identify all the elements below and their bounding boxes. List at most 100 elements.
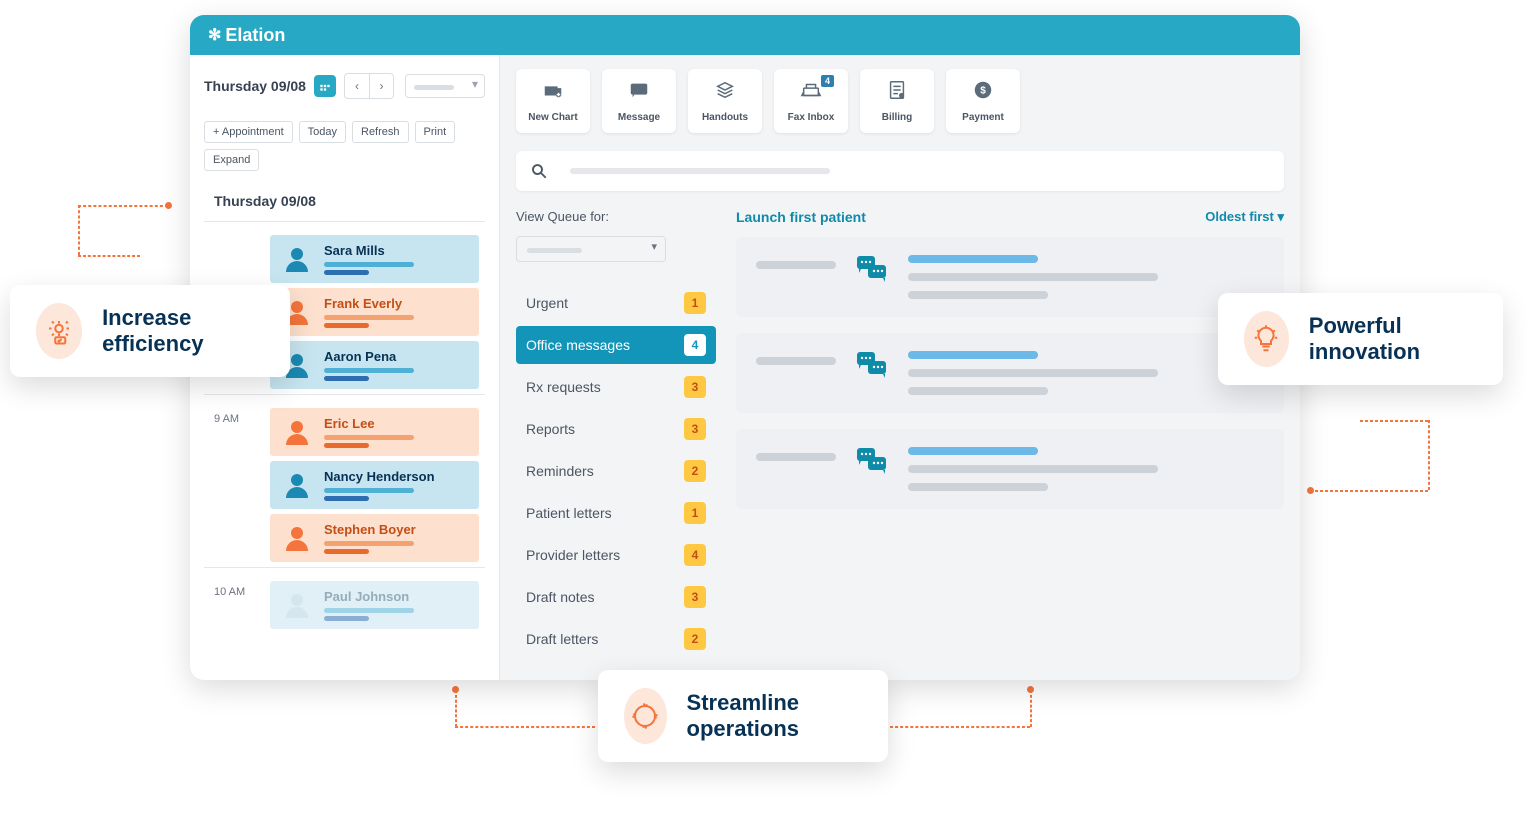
callout-innovation: Powerful innovation — [1218, 293, 1503, 385]
lightbulb-icon — [1244, 311, 1289, 367]
callout-text: Increase efficiency — [102, 305, 264, 358]
patient-name: Nancy Henderson — [324, 469, 435, 484]
appt-detail-ph — [324, 488, 435, 501]
calendar-icon[interactable] — [314, 75, 336, 97]
card-handouts[interactable]: Handouts — [688, 69, 762, 133]
connector — [78, 205, 168, 207]
queue-count-badge: 3 — [684, 418, 706, 440]
queue-label: Draft notes — [526, 589, 594, 605]
billing-icon — [885, 79, 909, 106]
queue-count-badge: 4 — [684, 544, 706, 566]
appointment-item[interactable]: Aaron Pena — [270, 341, 479, 389]
appointment-item[interactable]: Nancy Henderson — [270, 461, 479, 509]
sidebar-btn-today[interactable]: Today — [299, 121, 346, 143]
next-day-button[interactable]: › — [369, 74, 393, 98]
queue-item-draft-letters[interactable]: Draft letters2 — [516, 620, 716, 658]
connector — [78, 255, 140, 257]
chat-icon — [856, 447, 888, 475]
appt-detail-ph — [324, 435, 414, 448]
queue-label: Reminders — [526, 463, 594, 479]
queue-count-badge: 4 — [684, 334, 706, 356]
queue-label: Patient letters — [526, 505, 612, 521]
connector-dot — [452, 686, 459, 693]
card-label: New Chart — [528, 112, 577, 123]
payment-icon: $ — [971, 79, 995, 106]
date-arrows: ‹ › — [344, 73, 394, 99]
connector — [455, 690, 457, 727]
message-card[interactable] — [736, 237, 1284, 317]
message-preview — [908, 447, 1264, 491]
feed-panel: Launch first patient Oldest first ▾ — [736, 209, 1284, 662]
card-message[interactable]: Message — [602, 69, 676, 133]
avatar-icon — [282, 417, 312, 447]
queue-provider-select[interactable] — [516, 236, 666, 262]
message-card[interactable] — [736, 333, 1284, 413]
card-new-chart[interactable]: New Chart — [516, 69, 590, 133]
gear-icon — [36, 303, 82, 359]
card-label: Payment — [962, 112, 1004, 123]
prev-day-button[interactable]: ‹ — [345, 74, 369, 98]
feed-header: Launch first patient Oldest first ▾ — [736, 209, 1284, 225]
sort-select[interactable]: Oldest first ▾ — [1205, 209, 1284, 225]
queue-item-rx-requests[interactable]: Rx requests3 — [516, 368, 716, 406]
card-payment[interactable]: $ Payment — [946, 69, 1020, 133]
patient-name: Stephen Boyer — [324, 522, 416, 537]
appointment-item[interactable]: Eric Lee — [270, 408, 479, 456]
queue-count-badge: 2 — [684, 628, 706, 650]
appointment-item[interactable]: Sara Mills — [270, 235, 479, 283]
appointment-item[interactable]: Frank Everly — [270, 288, 479, 336]
patient-name: Frank Everly — [324, 296, 414, 311]
avatar-icon — [282, 470, 312, 500]
queue-item-urgent[interactable]: Urgent 1 — [516, 284, 716, 322]
message-card[interactable] — [736, 429, 1284, 509]
queue-count-badge: 3 — [684, 586, 706, 608]
callout-efficiency: Increase efficiency — [10, 285, 290, 377]
queue-item-office-messages[interactable]: Office messages4 — [516, 326, 716, 364]
action-cards: New Chart Message Handouts 4Fax InboxBillin… — [516, 69, 1284, 133]
header-bar: ✻ Elation — [190, 15, 1300, 55]
sidebar-btn-refresh[interactable]: Refresh — [352, 121, 409, 143]
queue-item-draft-notes[interactable]: Draft notes 3 — [516, 578, 716, 616]
connector — [78, 205, 80, 255]
fax-inbox-icon — [799, 79, 823, 106]
queue-item-reports[interactable]: Reports 3 — [516, 410, 716, 448]
sidebar-btn-expand[interactable]: Expand — [204, 149, 259, 171]
card-label: Handouts — [702, 112, 748, 123]
queue-label: Reports — [526, 421, 575, 437]
queue-label: Provider letters — [526, 547, 620, 563]
search-placeholder — [570, 168, 830, 174]
queue-panel: View Queue for: Urgent1Office messages4R… — [516, 209, 716, 662]
sender-ph — [756, 261, 836, 269]
message-preview — [908, 351, 1264, 395]
new-chart-icon — [541, 79, 565, 106]
sidebar-btn--appointment[interactable]: + Appointment — [204, 121, 293, 143]
connector — [890, 726, 1030, 728]
queue-label: Urgent — [526, 295, 568, 311]
message-preview — [908, 255, 1264, 299]
connector — [1428, 420, 1430, 490]
queue-item-patient-letters[interactable]: Patient letters1 — [516, 494, 716, 532]
message-icon — [627, 79, 651, 106]
avatar-icon — [282, 244, 312, 274]
sender-ph — [756, 453, 836, 461]
badge: 4 — [821, 75, 834, 87]
chat-icon — [856, 351, 888, 379]
queue-count-badge: 1 — [684, 292, 706, 314]
appointment-item[interactable]: Paul Johnson — [270, 581, 479, 629]
launch-first-patient-link[interactable]: Launch first patient — [736, 209, 866, 225]
queue-item-reminders[interactable]: Reminders 2 — [516, 452, 716, 490]
view-select[interactable] — [405, 74, 485, 98]
queue-item-provider-letters[interactable]: Provider letters 4 — [516, 536, 716, 574]
card-fax-inbox[interactable]: 4Fax Inbox — [774, 69, 848, 133]
card-label: Message — [618, 112, 660, 123]
card-billing[interactable]: Billing — [860, 69, 934, 133]
search-bar[interactable] — [516, 151, 1284, 191]
date-heading: Thursday 09/08 — [214, 193, 485, 209]
handouts-icon — [713, 79, 737, 106]
main-area: New Chart Message Handouts 4Fax InboxBillin… — [500, 55, 1300, 680]
connector — [455, 726, 595, 728]
appointment-item[interactable]: Stephen Boyer — [270, 514, 479, 562]
sidebar-btn-print[interactable]: Print — [415, 121, 456, 143]
queue-count-badge: 2 — [684, 460, 706, 482]
patient-name: Aaron Pena — [324, 349, 414, 364]
